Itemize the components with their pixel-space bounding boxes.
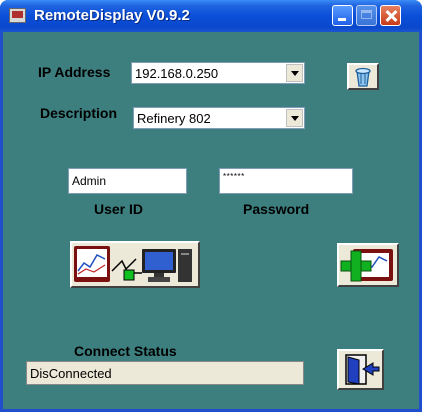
chevron-down-icon[interactable]: [286, 109, 303, 127]
ip-address-select[interactable]: 192.168.0.250: [131, 62, 305, 84]
connect-button[interactable]: [70, 241, 200, 288]
connect-status-field: DisConnected: [26, 361, 304, 385]
password-value: ******: [223, 172, 245, 181]
maximize-button: [356, 5, 377, 26]
add-device-icon: [340, 249, 393, 282]
exit-button[interactable]: [337, 349, 384, 390]
title-bar[interactable]: RemoteDisplay V0.9.2: [0, 0, 422, 32]
close-button[interactable]: [380, 5, 401, 26]
add-device-button[interactable]: [337, 243, 399, 287]
user-id-label: User ID: [94, 201, 144, 217]
app-icon: [9, 8, 26, 23]
description-label: Description: [40, 105, 118, 121]
user-id-value: Admin: [72, 174, 107, 188]
connect-status-label: Connect Status: [74, 343, 177, 359]
clear-button[interactable]: [347, 63, 379, 90]
password-field[interactable]: ******: [219, 168, 353, 194]
window-title: RemoteDisplay V0.9.2: [34, 7, 190, 24]
description-value: Refinery 802: [137, 111, 211, 126]
exit-door-icon: [345, 354, 380, 385]
user-id-field[interactable]: Admin: [68, 168, 187, 194]
minimize-button[interactable]: [332, 5, 353, 26]
ip-address-label: IP Address: [38, 64, 111, 80]
chevron-down-icon[interactable]: [286, 64, 303, 82]
trash-can-icon: [355, 67, 371, 87]
connect-status-value: DisConnected: [30, 366, 112, 381]
description-select[interactable]: Refinery 802: [133, 107, 305, 129]
ip-address-value: 192.168.0.250: [135, 66, 219, 81]
monitor-to-computer-connect-icon: [74, 246, 192, 282]
password-label: Password: [243, 201, 310, 217]
